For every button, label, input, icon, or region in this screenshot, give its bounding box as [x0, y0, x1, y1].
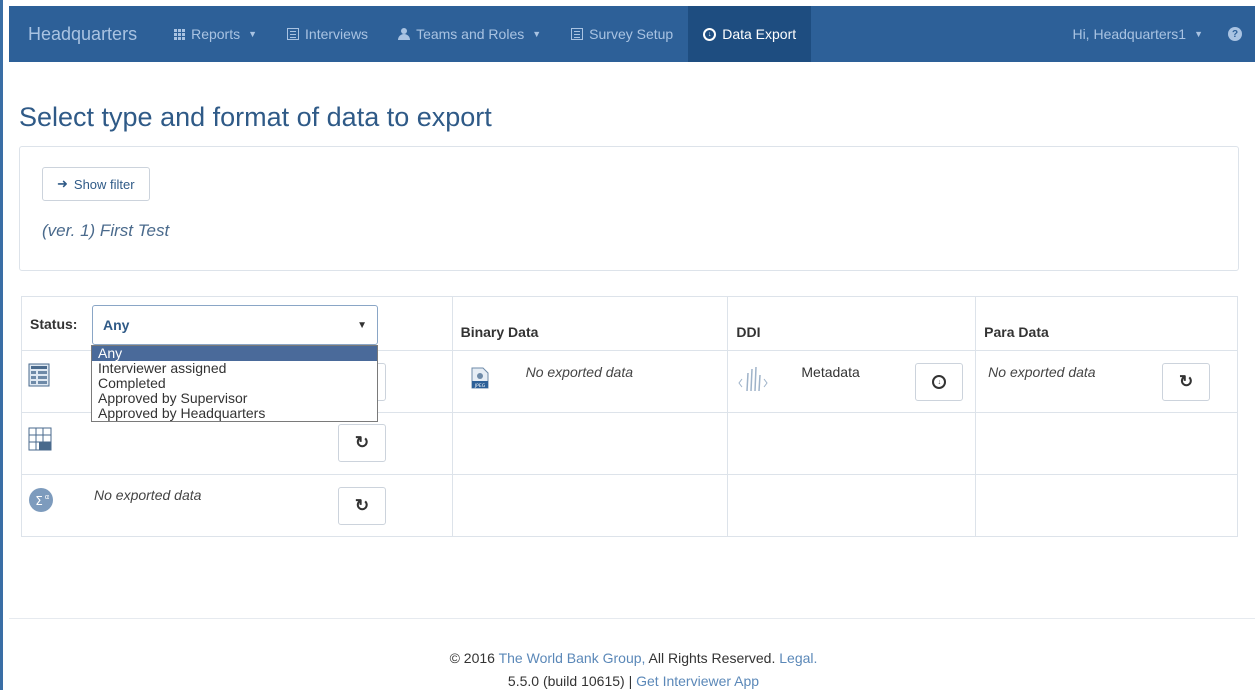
binary-data-header: Binary Data: [451, 296, 729, 351]
nav-teams-and-roles[interactable]: Teams and Roles ▼: [383, 6, 556, 62]
page-title: Select type and format of data to export: [19, 102, 492, 132]
download-circle-icon: ↓: [932, 375, 947, 389]
status-option-approved-supervisor[interactable]: Approved by Supervisor: [92, 391, 377, 406]
ddi-metadata-icon: [738, 366, 768, 392]
list-icon: [287, 28, 300, 40]
status-select-value: Any: [103, 317, 130, 333]
para-nodata: No exported data: [988, 364, 1096, 380]
spreadsheet-export-icon: [28, 363, 50, 387]
grid-icon: [174, 28, 186, 40]
nav-survey-setup[interactable]: Survey Setup: [556, 6, 688, 62]
status-header: Status: Any ▼: [21, 296, 453, 351]
caret-down-icon: ▼: [248, 29, 258, 39]
world-bank-link[interactable]: The World Bank Group,: [499, 650, 646, 666]
binary-nodata: No exported data: [525, 364, 633, 380]
spss-data-cell: Σ α No exported data ↻: [21, 474, 453, 537]
empty-cell: [451, 474, 729, 537]
empty-cell: [975, 412, 1238, 475]
footer-copyright-line: © 2016 The World Bank Group, All Rights …: [9, 650, 1255, 666]
table-row: Σ α No exported data ↻: [21, 474, 1238, 537]
svg-text:α: α: [45, 493, 50, 501]
status-select[interactable]: Any ▼: [92, 305, 378, 345]
copyright-text: © 2016: [449, 650, 495, 666]
spss-nodata: No exported data: [94, 487, 202, 503]
status-option-completed[interactable]: Completed: [92, 376, 377, 391]
footer-version-line: 5.5.0 (build 10615) | Get Interviewer Ap…: [9, 673, 1255, 689]
show-filter-button[interactable]: ➜ Show filter: [42, 167, 150, 201]
caret-down-icon: ▼: [1194, 29, 1203, 39]
status-option-approved-headquarters[interactable]: Approved by Headquarters: [92, 406, 377, 421]
empty-cell: [975, 474, 1238, 537]
footer: © 2016 The World Bank Group, All Rights …: [9, 618, 1255, 689]
arrow-right-icon: ➜: [57, 176, 68, 191]
empty-cell: [727, 412, 977, 475]
stata-table-icon: [28, 427, 52, 451]
binary-data-cell: JPEG No exported data: [451, 350, 729, 413]
ddi-metadata-label: Metadata: [801, 364, 860, 380]
nav-teams-label: Teams and Roles: [416, 26, 525, 42]
brand-link[interactable]: Headquarters: [9, 24, 159, 45]
caret-down-icon: ▼: [357, 319, 367, 331]
spss-refresh-button[interactable]: ↻: [338, 487, 386, 525]
refresh-icon: ↻: [354, 433, 370, 452]
filter-panel: ➜ Show filter (ver. 1) First Test: [19, 146, 1239, 271]
svg-text:Σ: Σ: [35, 494, 43, 508]
status-dropdown-list: Any Interviewer assigned Completed Appro…: [91, 345, 378, 422]
para-data-cell: No exported data ↻: [975, 350, 1238, 413]
status-label: Status:: [30, 316, 78, 332]
user-menu[interactable]: Hi, Headquarters1 ▼: [1057, 6, 1218, 62]
stata-refresh-button[interactable]: ↻: [338, 424, 386, 462]
para-data-header: Para Data: [975, 296, 1238, 351]
nav-interviews[interactable]: Interviews: [272, 6, 383, 62]
list-icon: [571, 28, 584, 40]
legal-link[interactable]: Legal.: [779, 650, 817, 666]
refresh-icon: ↻: [354, 496, 370, 515]
nav-data-export[interactable]: ↓ Data Export: [688, 6, 812, 62]
nav-reports[interactable]: Reports ▼: [159, 6, 272, 62]
para-refresh-button[interactable]: ↻: [1162, 363, 1211, 401]
caret-down-icon: ▼: [532, 29, 542, 39]
user-icon: [398, 28, 411, 40]
ddi-download-button[interactable]: ↓: [915, 363, 964, 401]
nav-reports-label: Reports: [191, 26, 241, 42]
empty-cell: [727, 474, 977, 537]
rights-text: All Rights Reserved.: [648, 650, 776, 666]
ddi-cell: Metadata ↓: [727, 350, 977, 413]
nav-survey-setup-label: Survey Setup: [589, 26, 674, 42]
download-circle-icon: ↓: [703, 27, 717, 41]
nav-data-export-label: Data Export: [722, 26, 797, 42]
user-greeting: Hi, Headquarters1: [1072, 26, 1187, 42]
jpeg-file-icon: JPEG: [471, 367, 489, 389]
nav-right: Hi, Headquarters1 ▼ ?: [1057, 6, 1255, 62]
help-icon[interactable]: ?: [1228, 27, 1242, 41]
get-interviewer-app-link[interactable]: Get Interviewer App: [636, 673, 759, 689]
status-option-interviewer-assigned[interactable]: Interviewer assigned: [92, 361, 377, 376]
nav-interviews-label: Interviews: [305, 26, 369, 42]
ddi-header: DDI: [727, 296, 977, 351]
footer-separator: |: [628, 673, 633, 689]
version-text: 5.5.0 (build 10615): [507, 673, 625, 689]
jpeg-label: JPEG: [473, 383, 485, 389]
empty-cell: [451, 412, 729, 475]
status-option-any[interactable]: Any: [92, 346, 377, 361]
questionnaire-version: (ver. 1) First Test: [42, 221, 170, 240]
sigma-stats-icon: Σ α: [29, 488, 53, 512]
show-filter-label: Show filter: [73, 176, 135, 192]
top-navbar: Headquarters Reports ▼ Interviews Teams …: [9, 6, 1255, 62]
refresh-icon: ↻: [1179, 372, 1194, 391]
